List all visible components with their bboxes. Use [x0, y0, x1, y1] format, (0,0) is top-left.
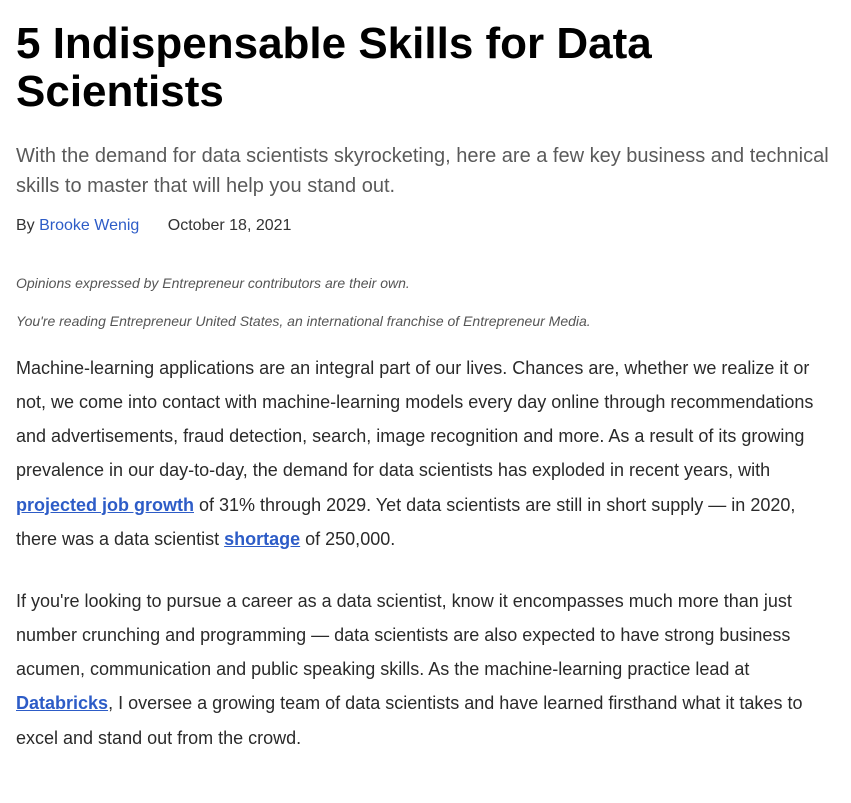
author-link[interactable]: Brooke Wenig — [39, 217, 139, 234]
opinions-disclaimer: Opinions expressed by Entrepreneur contr… — [16, 275, 835, 291]
article-title: 5 Indispensable Skills for Data Scientis… — [16, 20, 835, 117]
body-text-span: Machine-learning applications are an int… — [16, 358, 813, 481]
body-paragraph-1: Machine-learning applications are an int… — [16, 351, 835, 556]
projected-job-growth-link[interactable]: projected job growth — [16, 495, 194, 515]
article-subtitle: With the demand for data scientists skyr… — [16, 141, 835, 201]
body-paragraph-2: If you're looking to pursue a career as … — [16, 584, 835, 755]
body-text-span: of 250,000. — [300, 529, 395, 549]
body-text-span: If you're looking to pursue a career as … — [16, 591, 792, 679]
franchise-disclaimer: You're reading Entrepreneur United State… — [16, 313, 835, 329]
publish-date: October 18, 2021 — [168, 217, 292, 234]
byline: By Brooke Wenig October 18, 2021 — [16, 217, 835, 235]
body-text-span: , I oversee a growing team of data scien… — [16, 693, 802, 747]
by-label: By — [16, 217, 39, 234]
shortage-link[interactable]: shortage — [224, 529, 300, 549]
databricks-link[interactable]: Databricks — [16, 693, 108, 713]
